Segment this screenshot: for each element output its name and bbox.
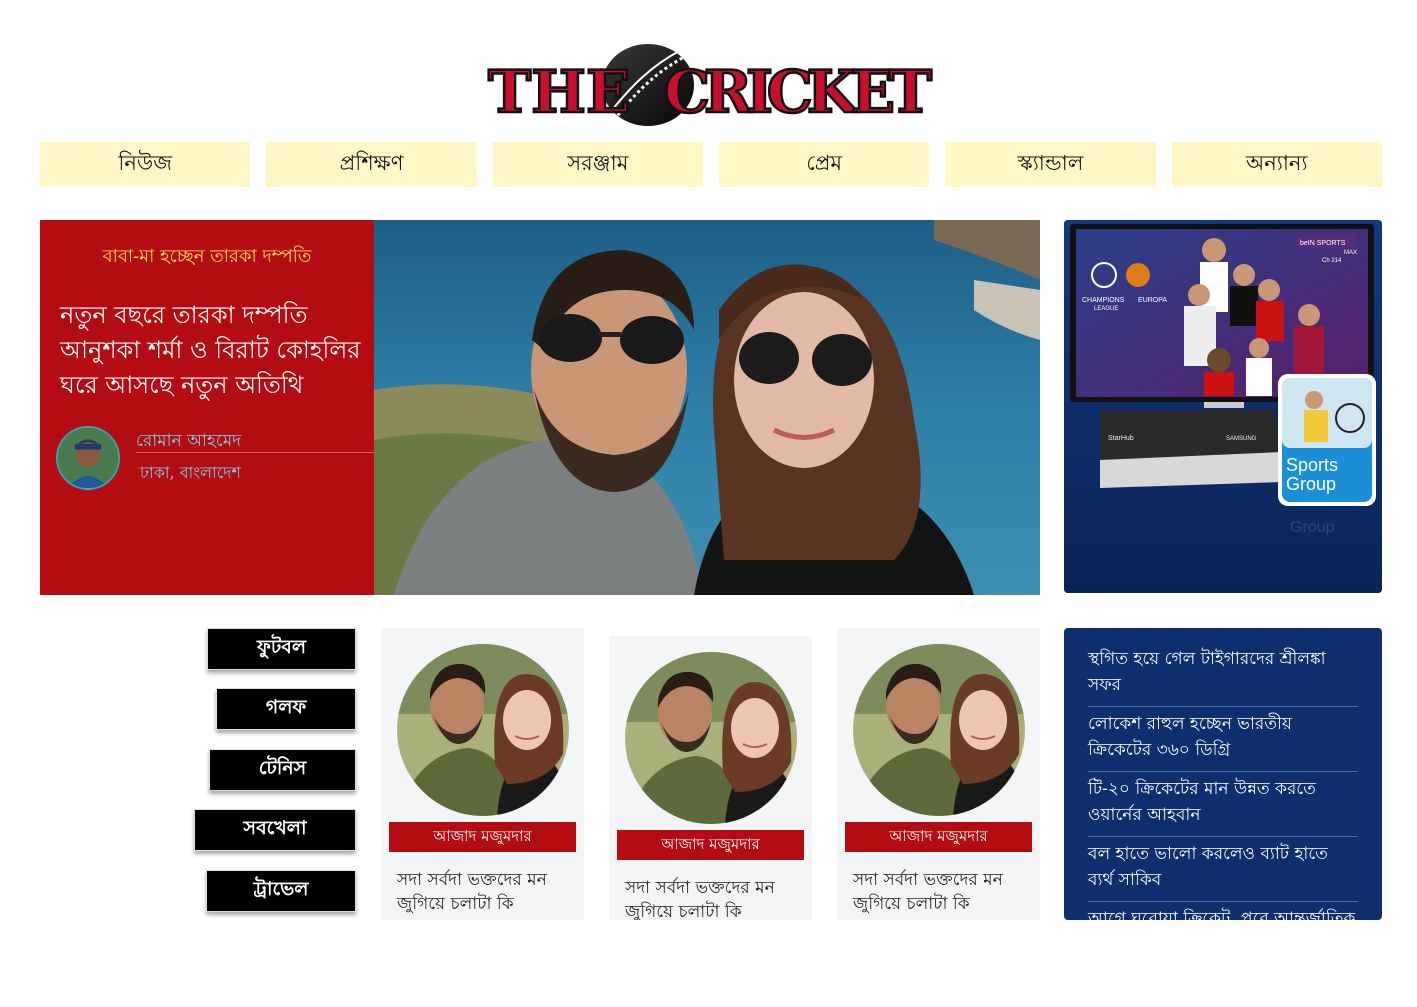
logo-text-cricket: CRICKET [664, 58, 932, 126]
author-location: ঢাকা, বাংলাদেশ [140, 463, 241, 482]
ad-logo-champions: CHAMPIONS [1082, 297, 1125, 304]
card-byline[interactable]: আজাদ মজুমদার [617, 830, 804, 860]
ad-box-maker: SAMSUNG [1226, 436, 1257, 442]
hero-kicker: বাবা-মা হচ্ছেন তারকা দম্পতি [102, 246, 312, 267]
couple-selfie-image [374, 220, 1040, 595]
nav-item-scandal[interactable]: স্ক্যান্ডাল [945, 142, 1156, 187]
sports-group-ad[interactable]: CHAMPIONS LEAGUE EUROPA beIN SPORTS MAX … [1064, 220, 1382, 593]
card-excerpt[interactable]: সদা সর্বদা ভক্তদের মন জুগিয়ে চলাটা কি [625, 876, 801, 920]
author-avatar [56, 426, 120, 490]
author-divider [136, 452, 374, 453]
couple-photo-icon [397, 644, 569, 816]
nav-item-love[interactable]: প্রেম [718, 142, 930, 187]
ad-box-brand: StarHub [1108, 435, 1134, 442]
ad-logo-league: LEAGUE [1094, 306, 1118, 312]
site-logo[interactable]: THE CRICKET [486, 42, 936, 128]
sport-button-tennis[interactable]: টেনিস [209, 749, 356, 791]
author-photo-icon [58, 428, 118, 488]
nav-item-equipment[interactable]: সরঞ্জাম [492, 142, 703, 187]
svg-text:Sports: Sports [1286, 455, 1338, 475]
sport-button-football[interactable]: ফুটবল [207, 628, 356, 670]
tv-ad-image: CHAMPIONS LEAGUE EUROPA beIN SPORTS MAX … [1064, 220, 1382, 593]
ad-logo-europa: EUROPA [1138, 297, 1167, 304]
logo-text-the: THE [488, 58, 630, 126]
sport-button-golf[interactable]: গলফ [216, 688, 356, 730]
sport-button-travel[interactable]: ট্রাভেল [206, 870, 356, 912]
hero-text-panel: বাবা-মা হচ্ছেন তারকা দম্পতি নতুন বছরে তা… [40, 220, 374, 595]
svg-text:Group: Group [1286, 474, 1336, 494]
cricket-ball-logo-icon: THE CRICKET [487, 44, 933, 127]
nav-item-training[interactable]: প্রশিক্ষণ [266, 142, 477, 187]
nav-item-others[interactable]: অন্যান্য [1171, 142, 1382, 187]
article-card[interactable]: আজাদ মজুমদার সদা সর্বদা ভক্তদের মন জুগিয… [381, 628, 584, 920]
card-photo [625, 652, 797, 824]
card-photo [853, 644, 1025, 816]
svg-text:Group: Group [1290, 519, 1335, 536]
ad-channel-name: beIN SPORTS [1300, 240, 1346, 247]
article-card[interactable]: আজাদ মজুমদার সদা সর্বদা ভক্তদের মন জুগিয… [609, 636, 812, 920]
author-block: রোমান আহমেদ ঢাকা, বাংলাদেশ [56, 426, 374, 490]
article-card[interactable]: আজাদ মজুমদার সদা সর্বদা ভক্তদের মন জুগিয… [837, 628, 1040, 920]
latest-headlines-panel: স্থগিত হয়ে গেল টাইগারদের শ্রীলঙ্কা সফর … [1064, 628, 1382, 920]
headline-link[interactable]: আগে ঘরোয়া ক্রিকেট, পরে আন্তর্জাতিক [1088, 902, 1358, 920]
main-nav: নিউজ প্রশিক্ষণ সরঞ্জাম প্রেম স্ক্যান্ডাল… [40, 142, 1382, 187]
couple-photo-icon [625, 652, 797, 824]
headline-link[interactable]: লোকেশ রাহুল হচ্ছেন ভারতীয় ক্রিকেটের ৩৬০… [1088, 707, 1358, 772]
hero-feature[interactable]: বাবা-মা হচ্ছেন তারকা দম্পতি নতুন বছরে তা… [40, 220, 1040, 595]
ad-channel-number: Ch 214 [1322, 258, 1342, 264]
hero-image[interactable] [374, 220, 1040, 595]
card-excerpt[interactable]: সদা সর্বদা ভক্তদের মন জুগিয়ে চলাটা কি [853, 868, 1029, 916]
nav-item-news[interactable]: নিউজ [40, 142, 251, 187]
ad-channel-sub: MAX [1344, 250, 1357, 256]
sport-button-all-sports[interactable]: সবখেলা [194, 809, 356, 851]
headline-link[interactable]: বল হাতে ভালো করলেও ব্যাট হাতে ব্যর্থ সাক… [1088, 837, 1358, 902]
headline-link[interactable]: টি-২০ ক্রিকেটের মান উন্নত করতে ওয়ার্নের… [1088, 772, 1358, 837]
card-excerpt[interactable]: সদা সর্বদা ভক্তদের মন জুগিয়ে চলাটা কি [397, 868, 573, 916]
card-photo [397, 644, 569, 816]
card-byline[interactable]: আজাদ মজুমদার [845, 822, 1032, 852]
couple-photo-icon [853, 644, 1025, 816]
card-byline[interactable]: আজাদ মজুমদার [389, 822, 576, 852]
hero-headline[interactable]: নতুন বছরে তারকা দম্পতি আনুশকা শর্মা ও বি… [60, 298, 365, 403]
headline-link[interactable]: স্থগিত হয়ে গেল টাইগারদের শ্রীলঙ্কা সফর [1088, 642, 1358, 707]
